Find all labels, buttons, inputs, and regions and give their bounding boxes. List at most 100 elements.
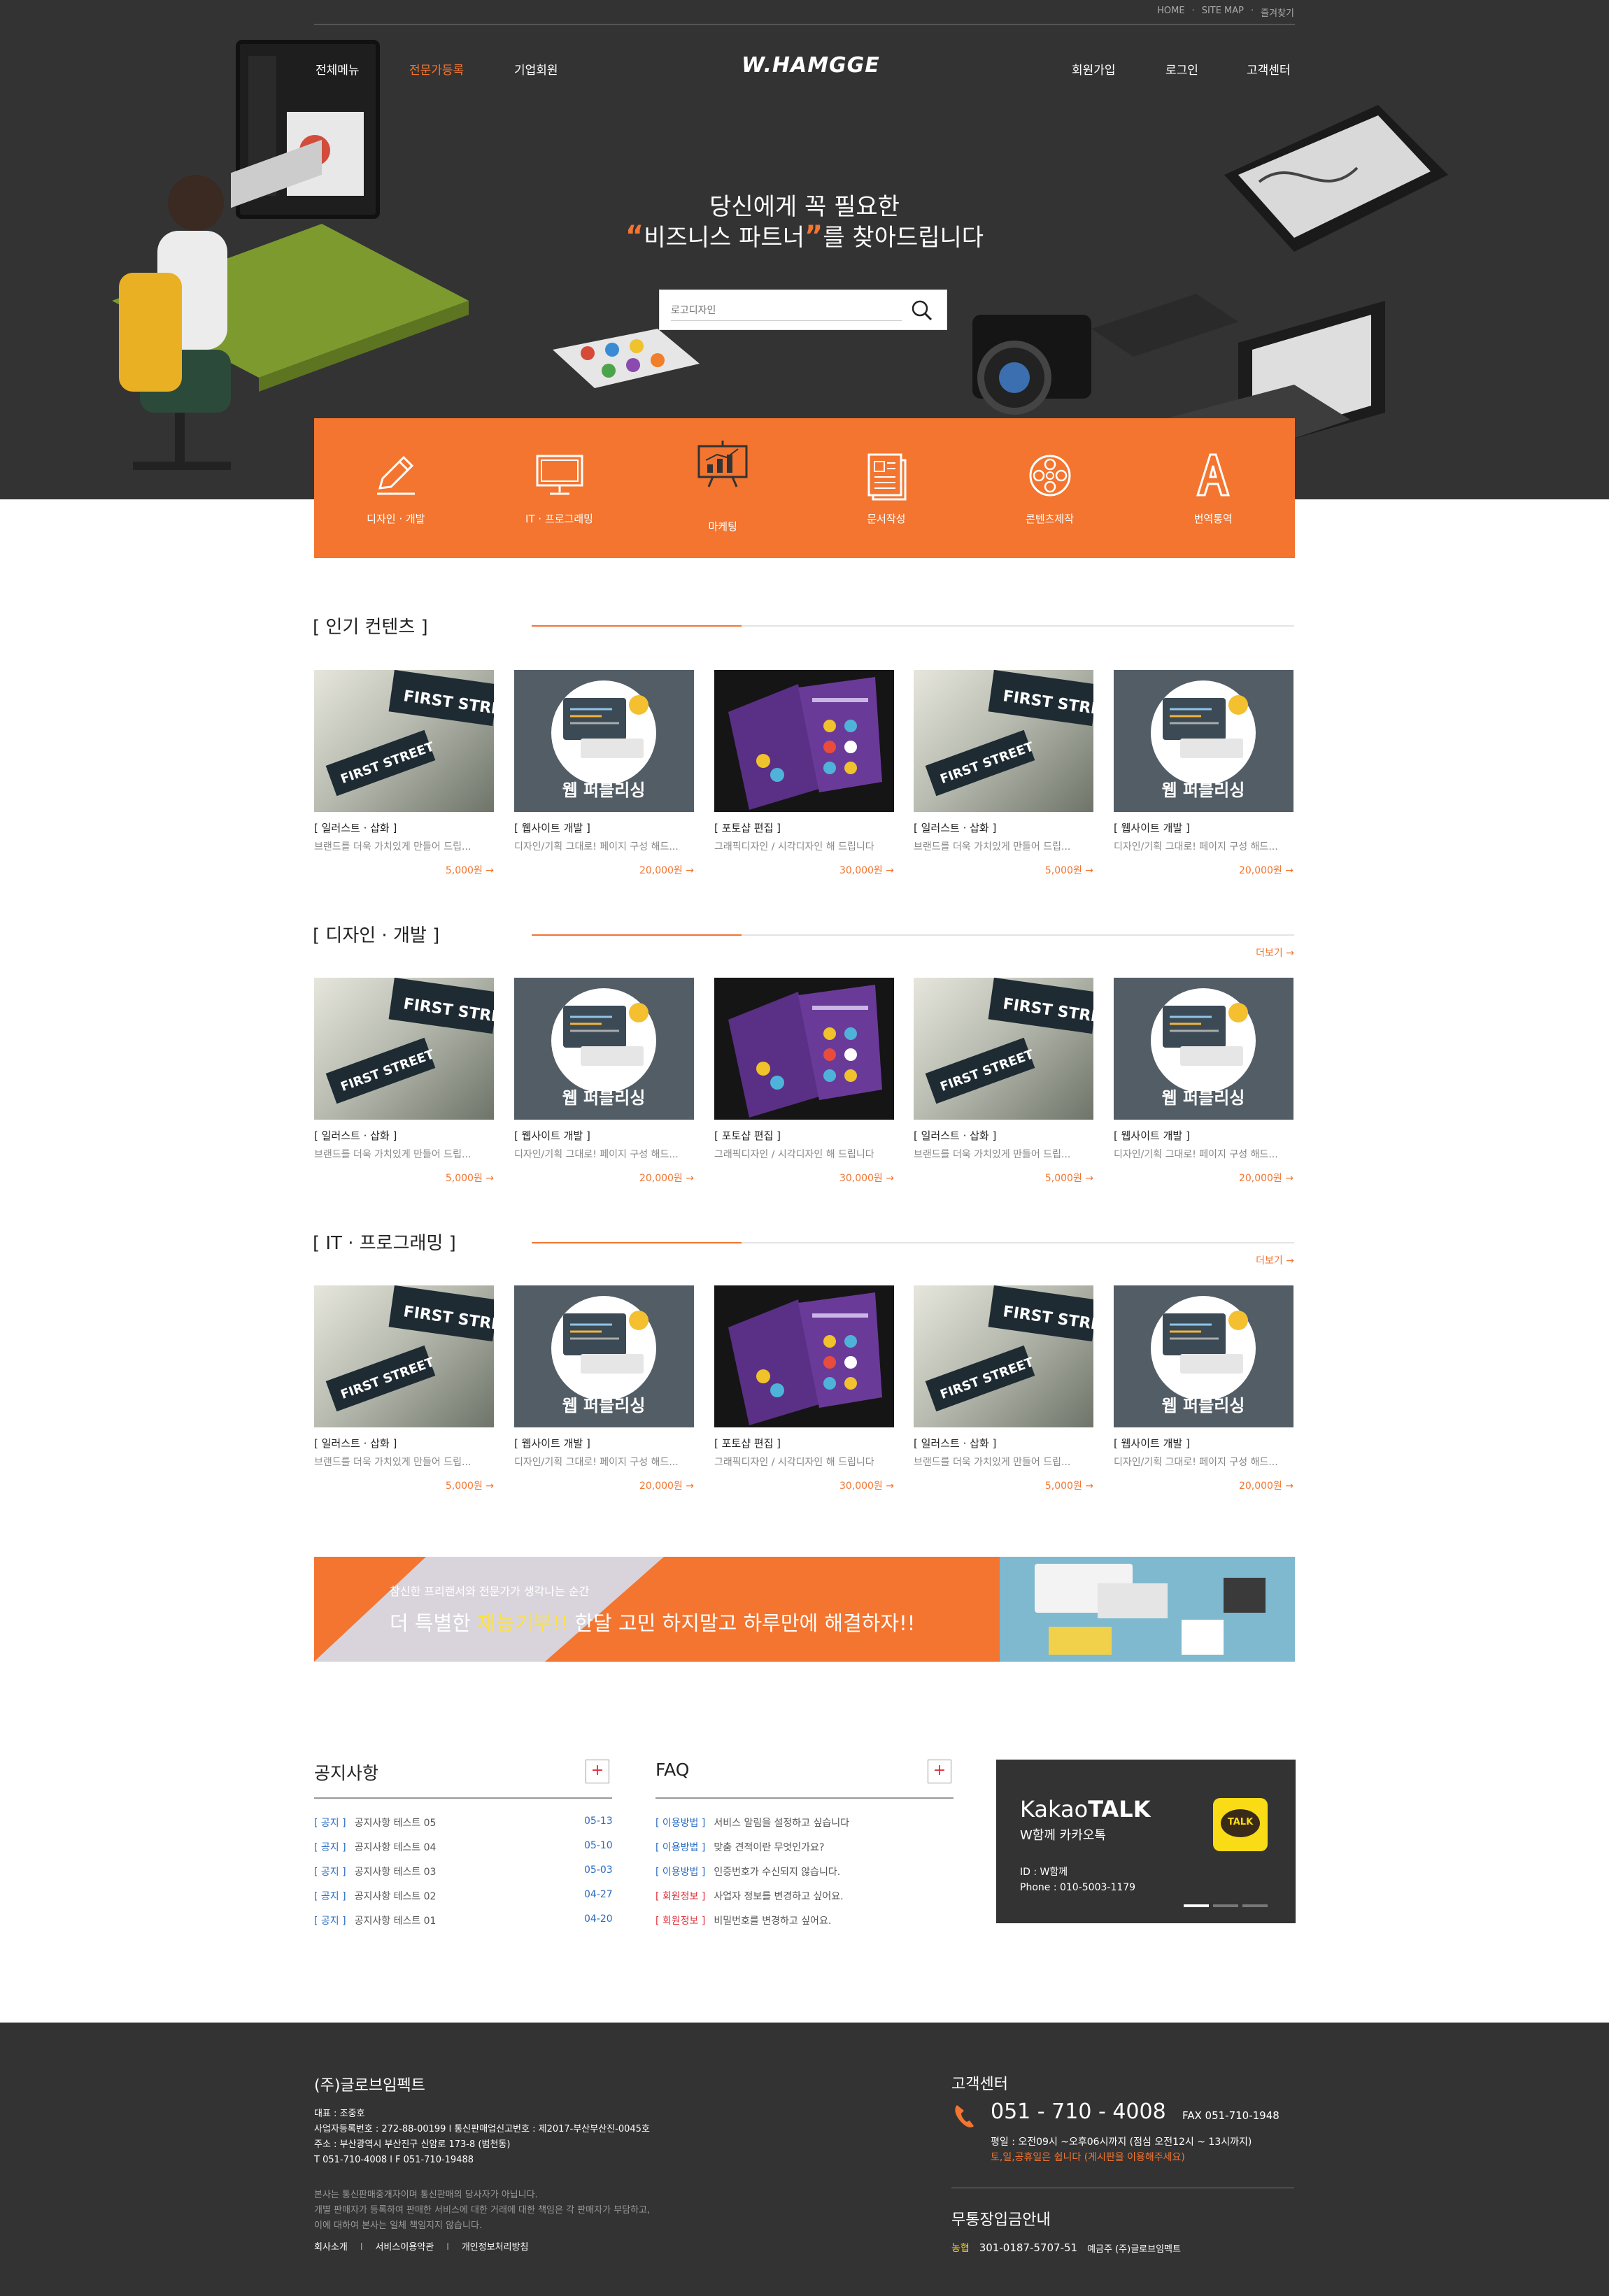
- content-card[interactable]: 웹 퍼블리싱 [ 웹사이트 개발 ] 디자인/기획 그대로! 페이지 구성 해드..…: [1114, 670, 1293, 877]
- nav-signup[interactable]: 회원가입: [1072, 60, 1116, 78]
- card-price[interactable]: 20,000원 →: [514, 1478, 694, 1492]
- card-category: [ 일러스트 · 삽화 ]: [914, 1129, 997, 1142]
- notice-row[interactable]: [ 공지 ] 공지사항 테스트 05: [314, 1816, 436, 1830]
- card-price[interactable]: 20,000원 →: [1114, 863, 1293, 877]
- card-thumbnail[interactable]: FIRST STREET FIRST STREET: [314, 1285, 494, 1427]
- faq-row[interactable]: [ 이용방법 ] 인증번호가 수신되지 않습니다.: [655, 1864, 840, 1878]
- faq-row[interactable]: [ 이용방법 ] 서비스 알림을 설정하고 싶습니다: [655, 1816, 849, 1830]
- card-price[interactable]: 5,000원 →: [314, 1478, 494, 1492]
- faq-tag: [ 회원정보 ]: [655, 1916, 706, 1927]
- more-link-design-dev[interactable]: 더보기 →: [1256, 946, 1294, 960]
- search-input[interactable]: [671, 300, 902, 321]
- card-thumbnail[interactable]: FIRST STREET FIRST STREET: [314, 978, 494, 1120]
- notice-row[interactable]: [ 공지 ] 공지사항 테스트 01: [314, 1913, 436, 1927]
- card-thumbnail[interactable]: FIRST STREET FIRST STREET: [914, 1285, 1093, 1427]
- nav-business-member[interactable]: 기업회원: [514, 60, 558, 78]
- monitor-icon: [536, 455, 583, 495]
- kakao-slider-dots[interactable]: [1184, 1904, 1268, 1907]
- content-card[interactable]: 웹 퍼블리싱 [ 웹사이트 개발 ] 디자인/기획 그대로! 페이지 구성 해드..…: [1114, 978, 1293, 1185]
- category-translation[interactable]: 번역통역: [1131, 418, 1295, 558]
- notice-row[interactable]: [ 공지 ] 공지사항 테스트 04: [314, 1840, 436, 1854]
- content-card[interactable]: [ 포토샵 편집 ] 그래픽디자인 / 시각디자인 해 드립니다 30,000원 →: [714, 978, 894, 1185]
- search-box: [659, 290, 947, 330]
- footer-link-about[interactable]: 회사소개: [314, 2242, 348, 2253]
- card-price[interactable]: 30,000원 →: [714, 1478, 894, 1492]
- content-card[interactable]: FIRST STREET FIRST STREET [ 일러스트 · 삽화 ] 브랜드…: [914, 978, 1093, 1185]
- site-logo[interactable]: W.HAMGGE: [742, 53, 880, 78]
- card-thumbnail[interactable]: 웹 퍼블리싱: [1114, 978, 1293, 1120]
- nav-expert-register[interactable]: 전문가등록: [409, 60, 464, 78]
- content-card[interactable]: 웹 퍼블리싱 [ 웹사이트 개발 ] 디자인/기획 그대로! 페이지 구성 해드..…: [1114, 1285, 1293, 1492]
- content-card[interactable]: 웹 퍼블리싱 [ 웹사이트 개발 ] 디자인/기획 그대로! 페이지 구성 해드..…: [514, 978, 694, 1185]
- notice-more-button[interactable]: +: [586, 1760, 609, 1783]
- content-card[interactable]: 웹 퍼블리싱 [ 웹사이트 개발 ] 디자인/기획 그대로! 페이지 구성 해드..…: [514, 670, 694, 877]
- search-icon[interactable]: [910, 299, 934, 322]
- faq-row[interactable]: [ 회원정보 ] 비밀번호를 변경하고 싶어요.: [655, 1913, 831, 1927]
- notice-text: 공지사항 테스트 02: [354, 1891, 437, 1902]
- nav-all-menu[interactable]: 전체메뉴: [316, 60, 360, 78]
- content-card[interactable]: FIRST STREET FIRST STREET [ 일러스트 · 삽화 ] 브랜드…: [314, 670, 494, 877]
- content-card[interactable]: [ 포토샵 편집 ] 그래픽디자인 / 시각디자인 해 드립니다 30,000원 →: [714, 670, 894, 877]
- hero-illustration-left: [112, 40, 469, 470]
- card-category: [ 웹사이트 개발 ]: [514, 1129, 590, 1142]
- faq-tag: [ 이용방법 ]: [655, 1842, 706, 1853]
- card-price[interactable]: 5,000원 →: [914, 1171, 1093, 1185]
- card-thumbnail[interactable]: [714, 670, 894, 812]
- card-thumbnail[interactable]: 웹 퍼블리싱: [1114, 1285, 1293, 1427]
- card-thumbnail[interactable]: 웹 퍼블리싱: [514, 978, 694, 1120]
- card-category: [ 포토샵 편집 ]: [714, 822, 781, 834]
- card-price[interactable]: 20,000원 →: [1114, 1478, 1293, 1492]
- nav-customer-center[interactable]: 고객센터: [1247, 60, 1291, 78]
- category-document[interactable]: 문서작성: [804, 418, 968, 558]
- kakao-talk-icon: TALK: [1213, 1798, 1268, 1851]
- faq-more-button[interactable]: +: [928, 1760, 951, 1783]
- util-sitemap-link[interactable]: SITE MAP: [1202, 6, 1244, 19]
- card-price[interactable]: 5,000원 →: [914, 1478, 1093, 1492]
- card-price[interactable]: 5,000원 →: [914, 863, 1093, 877]
- content-card[interactable]: [ 포토샵 편집 ] 그래픽디자인 / 시각디자인 해 드립니다 30,000원 →: [714, 1285, 894, 1492]
- nav-login[interactable]: 로그인: [1165, 60, 1198, 78]
- card-thumbnail[interactable]: 웹 퍼블리싱: [514, 1285, 694, 1427]
- card-price[interactable]: 20,000원 →: [1114, 1171, 1293, 1185]
- faq-row[interactable]: [ 회원정보 ] 사업자 정보를 변경하고 싶어요.: [655, 1889, 844, 1903]
- card-thumbnail[interactable]: 웹 퍼블리싱: [514, 670, 694, 812]
- content-card[interactable]: FIRST STREET FIRST STREET [ 일러스트 · 삽화 ] 브랜드…: [314, 1285, 494, 1492]
- card-thumbnail[interactable]: FIRST STREET FIRST STREET: [914, 670, 1093, 812]
- card-thumbnail[interactable]: FIRST STREET FIRST STREET: [914, 978, 1093, 1120]
- card-price[interactable]: 20,000원 →: [514, 1171, 694, 1185]
- faq-row[interactable]: [ 이용방법 ] 맞춤 견적이란 무엇인가요?: [655, 1840, 824, 1854]
- category-content-production[interactable]: 콘텐츠제작: [968, 418, 1132, 558]
- category-design-dev[interactable]: 디자인 · 개발: [314, 418, 478, 558]
- card-thumbnail[interactable]: [714, 1285, 894, 1427]
- faq-text: 비밀번호를 변경하고 싶어요.: [714, 1916, 832, 1927]
- notice-tag: [ 공지 ]: [314, 1867, 346, 1878]
- card-price[interactable]: 20,000원 →: [514, 863, 694, 877]
- card-thumbnail[interactable]: 웹 퍼블리싱: [1114, 670, 1293, 812]
- letter-a-icon: [1196, 453, 1231, 497]
- kakao-talk-box[interactable]: KakaoTALK W함께 카카오톡 ID : W함께 Phone : 010-…: [996, 1760, 1296, 1923]
- footer-link-privacy[interactable]: 개인정보처리방침: [462, 2242, 529, 2253]
- card-price[interactable]: 5,000원 →: [314, 1171, 494, 1185]
- promo-banner[interactable]: 참신한 프리랜서와 전문가가 생각나는 순간 더 특별한 재능기부!! 한달 고…: [314, 1557, 1295, 1662]
- category-marketing[interactable]: 마케팅: [641, 418, 804, 558]
- content-card[interactable]: FIRST STREET FIRST STREET [ 일러스트 · 삽화 ] 브랜드…: [314, 978, 494, 1185]
- card-thumbnail[interactable]: FIRST STREET FIRST STREET: [314, 670, 494, 812]
- content-card[interactable]: FIRST STREET FIRST STREET [ 일러스트 · 삽화 ] 브랜드…: [914, 670, 1093, 877]
- section-title-design-dev: [ 디자인 · 개발 ]: [313, 925, 440, 946]
- svg-text:웹 퍼블리싱: 웹 퍼블리싱: [1162, 1088, 1245, 1108]
- content-card[interactable]: FIRST STREET FIRST STREET [ 일러스트 · 삽화 ] 브랜드…: [914, 1285, 1093, 1492]
- footer-link-terms[interactable]: 서비스이용약관: [375, 2242, 434, 2253]
- card-thumbnail[interactable]: [714, 978, 894, 1120]
- notice-row[interactable]: [ 공지 ] 공지사항 테스트 03: [314, 1864, 436, 1878]
- util-home-link[interactable]: HOME: [1157, 6, 1184, 19]
- util-bookmark-link[interactable]: 즐겨찾기: [1261, 6, 1294, 19]
- notice-row[interactable]: [ 공지 ] 공지사항 테스트 02: [314, 1889, 436, 1903]
- card-price[interactable]: 5,000원 →: [314, 863, 494, 877]
- card-price[interactable]: 30,000원 →: [714, 1171, 894, 1185]
- card-price[interactable]: 30,000원 →: [714, 863, 894, 877]
- more-link-it-programming[interactable]: 더보기 →: [1256, 1253, 1294, 1267]
- category-label: 마케팅: [708, 520, 737, 533]
- content-card[interactable]: 웹 퍼블리싱 [ 웹사이트 개발 ] 디자인/기획 그대로! 페이지 구성 해드..…: [514, 1285, 694, 1492]
- category-it-programming[interactable]: IT · 프로그래밍: [478, 418, 642, 558]
- kakao-subtitle: W함께 카카오톡: [1020, 1828, 1106, 1843]
